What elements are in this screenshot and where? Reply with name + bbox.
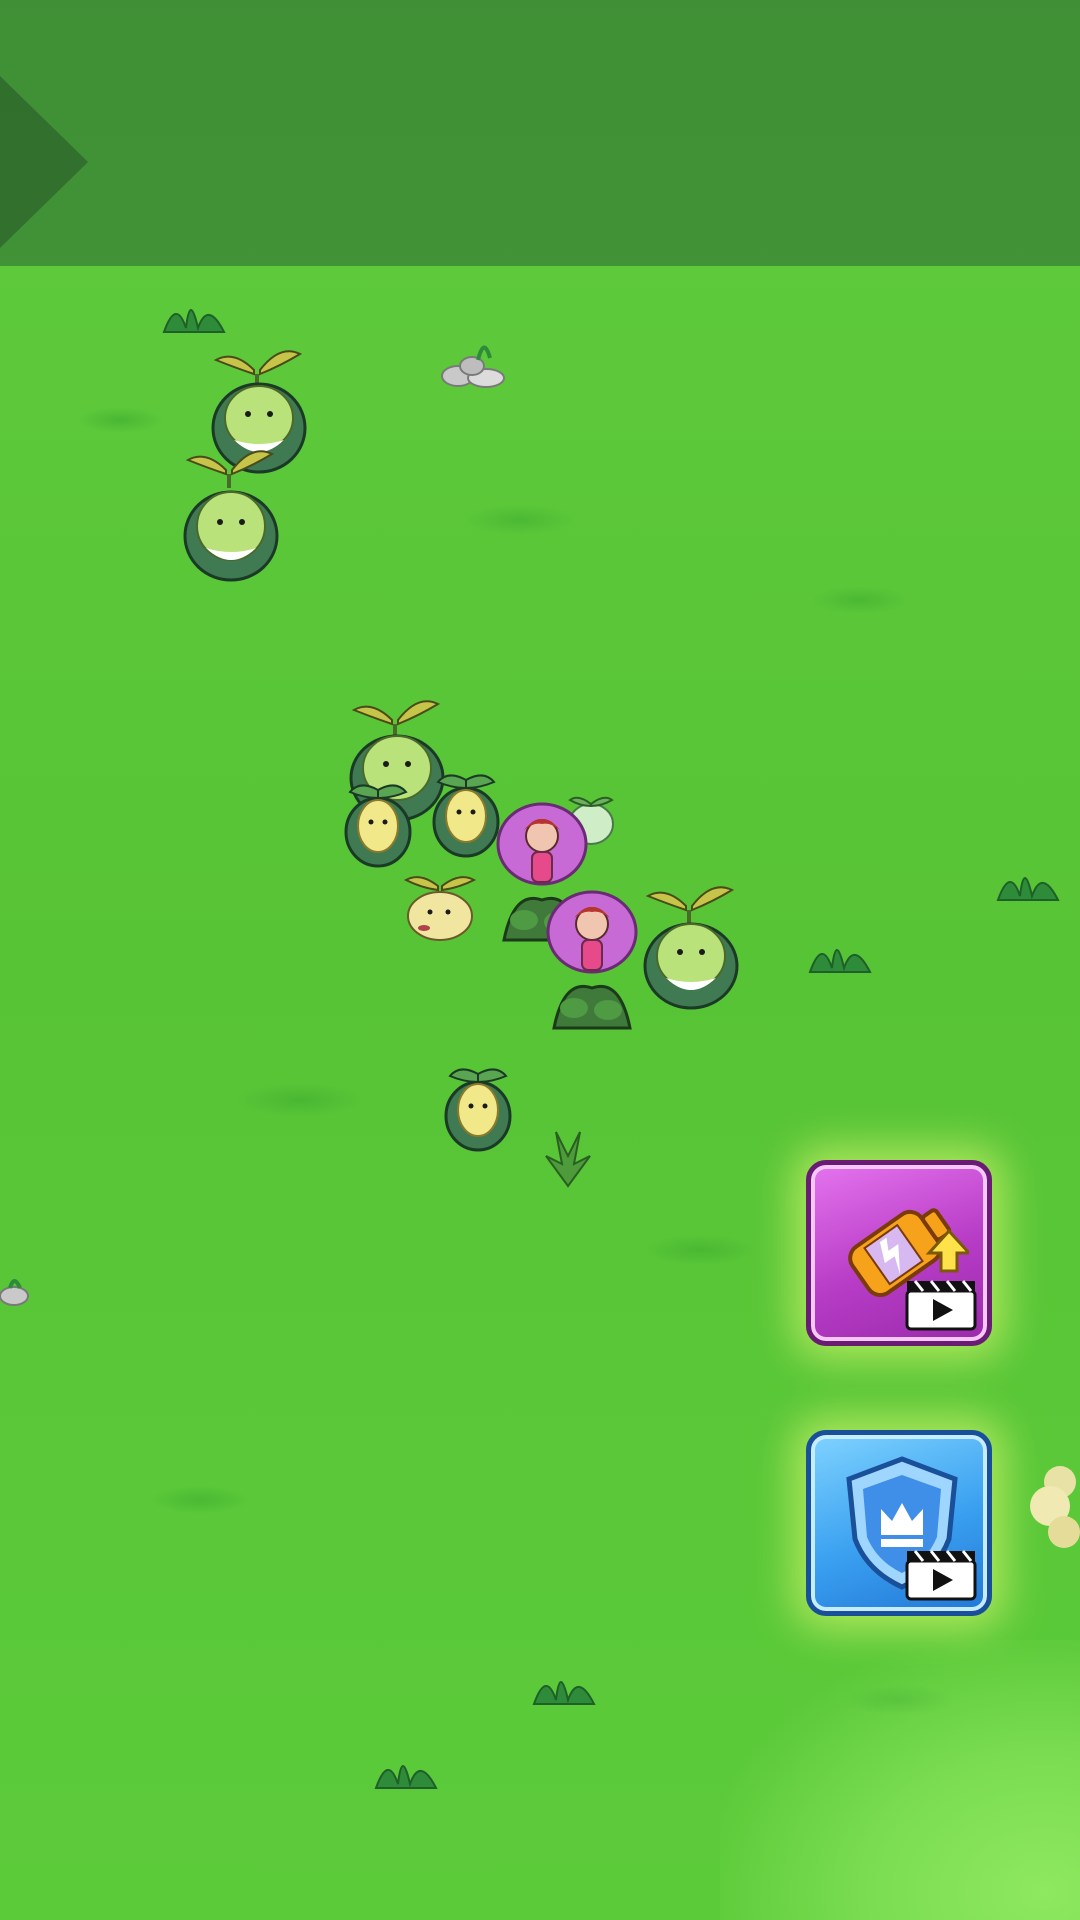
sprout-creature[interactable] <box>176 444 286 584</box>
sprout-sapling-creature[interactable] <box>428 760 504 860</box>
shield-boost-button[interactable] <box>806 1430 992 1616</box>
rock-pile-icon <box>0 1279 29 1306</box>
sprout-creature[interactable] <box>636 880 746 1010</box>
flower-fairy-enemy[interactable] <box>544 888 640 1038</box>
grass-tuft-icon <box>808 949 872 973</box>
video-clapper-icon <box>905 1280 977 1331</box>
sprout-sapling-creature[interactable] <box>340 770 416 870</box>
top-shade-panel <box>0 0 1080 266</box>
grass-tuft-icon <box>162 309 226 333</box>
rock-pile-icon <box>441 345 505 388</box>
corner-glow <box>720 1640 1080 1920</box>
dry-bush-icon <box>1030 1466 1080 1548</box>
seed-creature[interactable] <box>402 868 478 942</box>
grass-tuft-icon <box>996 877 1060 901</box>
grass-tuft-icon <box>532 1681 596 1705</box>
grass-tuft-icon <box>374 1765 438 1789</box>
play-arrow-icon[interactable] <box>0 76 88 248</box>
sprout-sapling-creature[interactable] <box>440 1054 516 1154</box>
game-field[interactable] <box>0 0 1080 1920</box>
leafy-bush-icon <box>545 1131 591 1188</box>
video-clapper-icon <box>905 1550 977 1601</box>
speed-boost-button[interactable] <box>806 1160 992 1346</box>
